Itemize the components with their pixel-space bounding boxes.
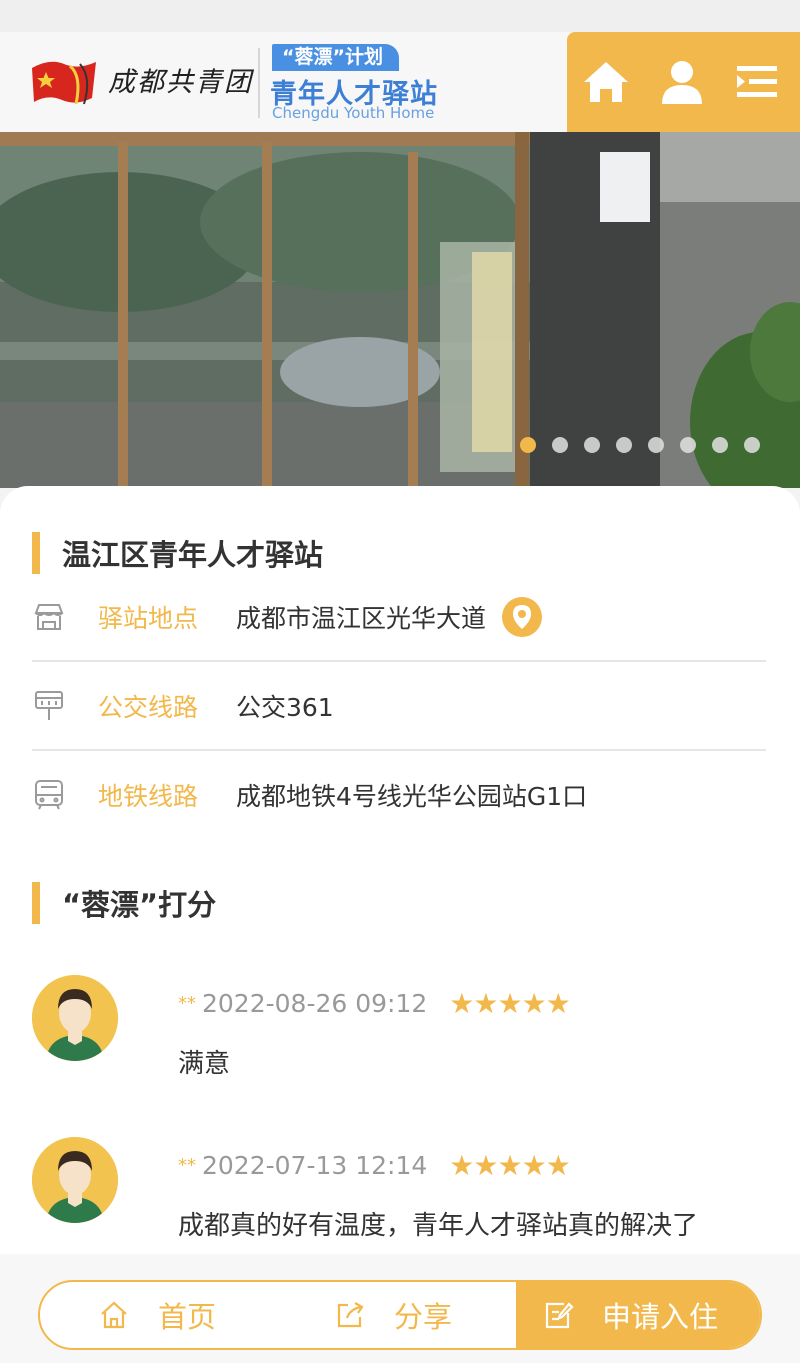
home-icon[interactable] (581, 58, 631, 106)
info-label: 驿站地点 (98, 604, 199, 633)
apply-button[interactable]: 申请入住 (516, 1282, 760, 1348)
bus-value: 公交361 (236, 693, 334, 722)
rating-stars: ★★★★★ (449, 987, 571, 1020)
org-name: 成都共青团 (108, 67, 253, 98)
carousel-dot[interactable] (552, 437, 568, 453)
rating-stars: ★★★★★ (449, 1149, 571, 1182)
edit-form-icon (545, 1302, 574, 1329)
review-text: 成都真的好有温度，青年人才驿站真的解决了 (178, 1211, 699, 1241)
station-heading: 温江区青年人才驿站 (32, 532, 323, 574)
review-time: 2022-08-26 09:12 (202, 989, 428, 1018)
header-nav (567, 32, 800, 132)
metro-value: 成都地铁4号线光华公园站G1口 (236, 782, 588, 811)
avatar (32, 975, 118, 1061)
carousel-dots (520, 437, 760, 453)
review-meta: ** 2022-08-26 09:12 ★★★★★ (178, 987, 571, 1020)
info-label: 地铁线路 (98, 782, 199, 811)
section-accent-bar (32, 882, 40, 924)
location-pin-icon[interactable] (502, 597, 543, 637)
bus-stop-icon (32, 689, 66, 723)
review-meta: ** 2022-07-13 12:14 ★★★★★ (178, 1149, 571, 1182)
header: 成都共青团 “蓉漂”计划 青年人才驿站 Chengdu Youth Home (0, 32, 800, 132)
home-nav-button[interactable]: 首页 (98, 1282, 216, 1348)
menu-icon[interactable] (733, 58, 783, 106)
station-card: 温江区青年人才驿站 驿站地点 成都市温江区光华大道 公交线路 公交361 地铁线… (0, 486, 800, 1363)
home-label: 首页 (158, 1300, 217, 1334)
carousel-dot[interactable] (648, 437, 664, 453)
league-logo-icon (30, 54, 100, 110)
avatar (32, 1137, 118, 1223)
review-text: 满意 (178, 1049, 231, 1079)
info-row-address: 驿站地点 成都市温江区光华大道 (32, 574, 766, 662)
info-row-bus: 公交线路 公交361 (32, 663, 766, 751)
status-strip (0, 0, 800, 32)
info-label: 公交线路 (98, 693, 199, 722)
share-icon (337, 1302, 364, 1328)
review-time: 2022-07-13 12:14 (202, 1151, 428, 1180)
home-outline-icon (101, 1301, 127, 1329)
reviewer-name: ** (178, 993, 196, 1014)
metro-icon (32, 778, 66, 812)
address-value: 成都市温江区光华大道 (236, 604, 487, 633)
share-label: 分享 (394, 1300, 453, 1334)
reviewer-name: ** (178, 1155, 196, 1176)
reviews-heading: “蓉漂”打分 (32, 882, 216, 924)
site-subtitle: Chengdu Youth Home (272, 104, 435, 122)
carousel-dot[interactable] (584, 437, 600, 453)
bottom-nav: 首页 分享 申请入住 (0, 1254, 800, 1363)
store-icon (32, 600, 66, 634)
bottom-nav-pill: 首页 分享 申请入住 (38, 1280, 762, 1350)
carousel-dot[interactable] (616, 437, 632, 453)
plan-badge: “蓉漂”计划 (272, 44, 399, 71)
info-row-metro: 地铁线路 成都地铁4号线光华公园站G1口 (32, 751, 766, 839)
carousel-dot[interactable] (744, 437, 760, 453)
user-icon[interactable] (657, 58, 707, 106)
carousel-dot[interactable] (520, 437, 536, 453)
carousel-dot[interactable] (680, 437, 696, 453)
carousel-dot[interactable] (712, 437, 728, 453)
section-accent-bar (32, 532, 40, 574)
station-photo[interactable] (0, 132, 800, 488)
share-button[interactable]: 分享 (334, 1282, 452, 1348)
reviews-title: “蓉漂”打分 (62, 888, 217, 922)
station-name: 温江区青年人才驿站 (62, 538, 324, 572)
header-divider (258, 48, 260, 118)
apply-label: 申请入住 (602, 1300, 719, 1334)
